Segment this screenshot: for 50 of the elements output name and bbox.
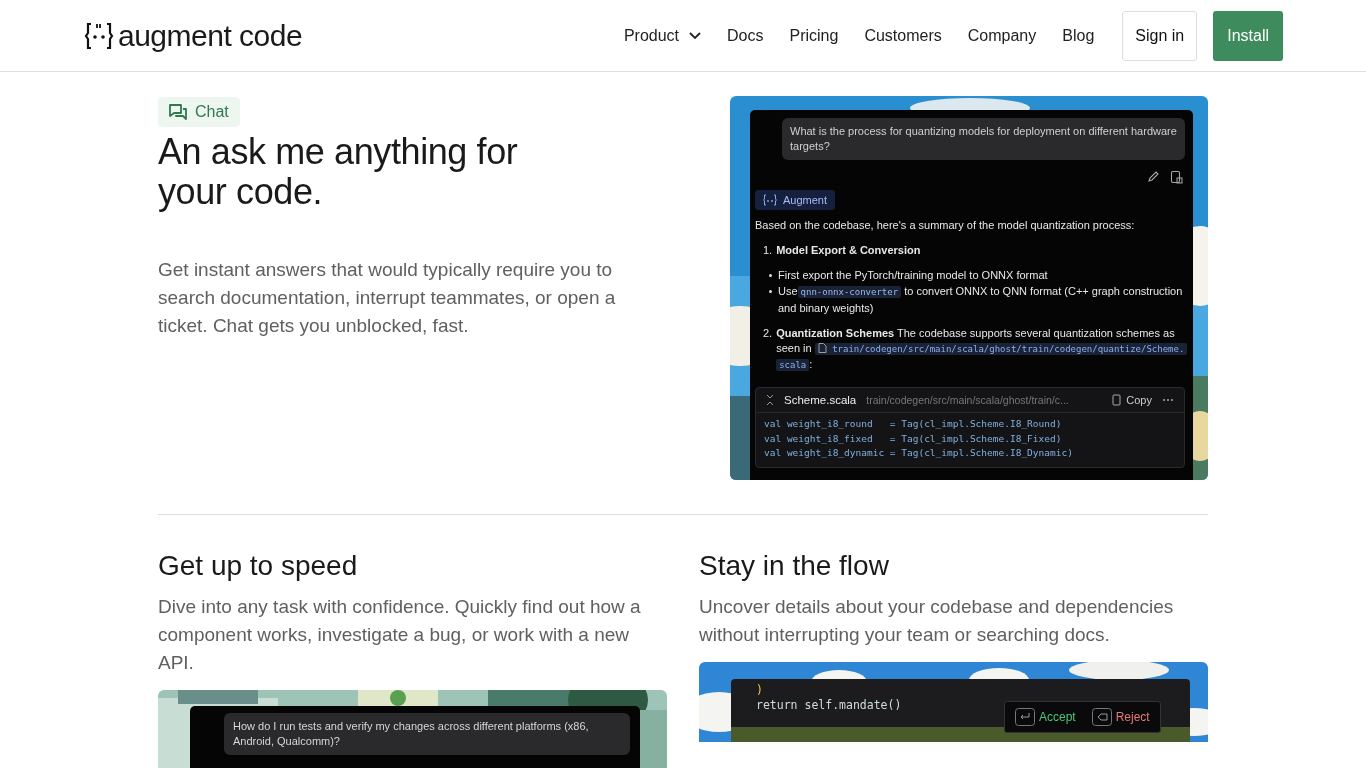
author-name: Augment xyxy=(783,194,828,206)
tag-label: Chat xyxy=(195,103,229,121)
collapse-icon[interactable] xyxy=(766,394,774,406)
code-line: val weight_i8_round = Tag(cl_impl.Scheme.I8_Round) xyxy=(764,417,1063,431)
file-name: Scheme.scala xyxy=(784,394,857,406)
feature-title: Get up to speed xyxy=(158,549,359,583)
feature-title: Stay in the flow xyxy=(699,549,890,583)
nav-link[interactable]: Docs xyxy=(727,26,764,45)
backspace-key-icon xyxy=(1091,708,1112,726)
logo-text[interactable]: augment code xyxy=(118,18,303,53)
code-line: return self.mandate() xyxy=(756,698,903,713)
code-line: val weight_i8_dynamic = Tag(cl_impl.Scheme.I8_Dynamic) xyxy=(764,446,1074,460)
feature-text: Uncover details about your codebase and dependencies without interrupting your team or searching docs. xyxy=(699,595,1175,647)
pencil-icon[interactable] xyxy=(1147,170,1160,183)
bullet-text: First export the PyTorch/training model to ONNX format xyxy=(778,268,1048,283)
hero-text: Get instant answers that would typically require you to search documentation, interrupt teammates, or open a ticket. Chat gets you unblocked, fast. xyxy=(158,258,617,338)
more-icon[interactable] xyxy=(1162,398,1174,402)
nav-link[interactable]: Customers xyxy=(864,26,942,45)
sign-in-button[interactable]: Sign in xyxy=(1122,10,1198,61)
copy-button[interactable]: Copy xyxy=(1112,394,1152,406)
step-number: 2. xyxy=(763,326,773,341)
reject-button[interactable]: Reject xyxy=(1091,708,1150,726)
copy-icon[interactable] xyxy=(1170,170,1183,184)
question-bubble: What is the process for quantizing models for deployment on different hardware targets? xyxy=(782,118,1185,160)
bullet-dot xyxy=(769,290,772,293)
logo-icon xyxy=(84,20,114,51)
bullet-text: Use qnn-onnx-converter to convert ONNX to QNN format (C++ graph construction and binary weights) xyxy=(778,284,1184,316)
step-number: 1. xyxy=(763,243,773,258)
answer-intro: Based on the codebase, here's a summary of the model quantization process: xyxy=(755,218,1136,233)
code-line: ) xyxy=(756,683,764,698)
install-button[interactable]: Install xyxy=(1213,10,1283,61)
augment-icon xyxy=(763,194,777,206)
hero-title: An ask me anything for your code. xyxy=(158,132,519,212)
copy-icon xyxy=(1112,394,1124,406)
nav-link[interactable]: Pricing xyxy=(789,26,839,45)
file-icon xyxy=(817,343,827,353)
accept-button[interactable]: Accept xyxy=(1015,708,1076,726)
code-line: val weight_i8_fixed = Tag(cl_impl.Scheme.I8_Fixed) xyxy=(764,431,1063,446)
file-path: train/codegen/src/main/scala/ghost/train/c... xyxy=(866,394,1070,406)
nav-link[interactable]: Product xyxy=(623,26,702,45)
question-bubble: How do I run tests and verify my changes across different platforms (x86, Android, Qualcomm)? xyxy=(224,713,630,755)
chevron-down-icon xyxy=(689,31,702,40)
bullet-dot xyxy=(769,274,772,277)
enter-key-icon xyxy=(1015,708,1035,726)
chat-icon xyxy=(169,104,187,120)
feature-text: Dive into any task with confidence. Quickly find out how a component works, investigate a bug, or work with a new API. xyxy=(158,595,642,675)
step-title: Model Export & Conversion xyxy=(776,243,921,258)
nav-link[interactable]: Blog xyxy=(1062,26,1095,45)
step-text: Quantization Schemes The codebase supports several quantization schemes as seen in train/codegen/src/main/scala/ghost/train/codegen/quantize/Scheme.scala : xyxy=(776,326,1185,373)
nav-link[interactable]: Company xyxy=(967,26,1037,45)
